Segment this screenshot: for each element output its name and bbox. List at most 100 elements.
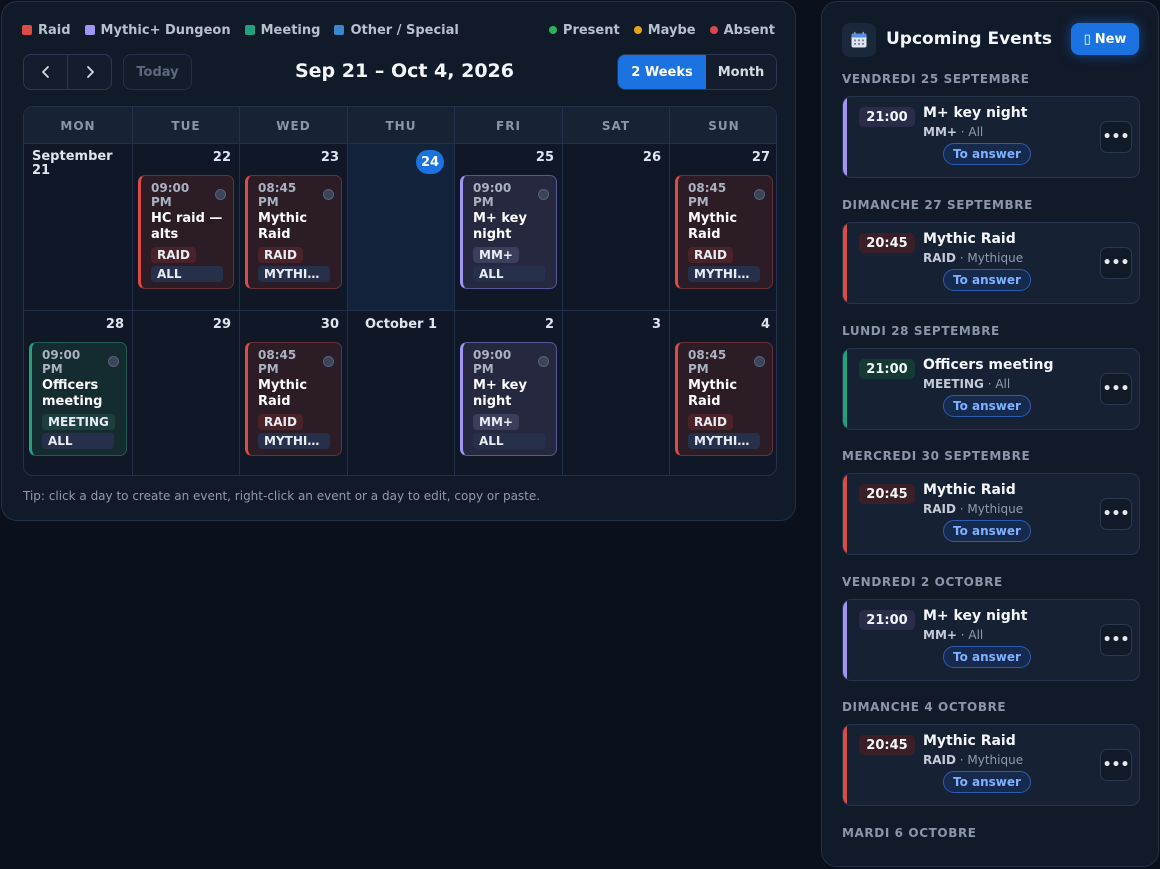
event-type: MEETING: [923, 377, 984, 391]
more-options-button[interactable]: •••: [1100, 373, 1132, 405]
date-heading: VENDREDI 25 SEPTEMBRE: [842, 72, 1030, 86]
event-time: 21:00: [859, 107, 915, 127]
weekday-sun: SUN: [669, 107, 776, 144]
event-card[interactable]: 08:45 PM Mythic Raid RAID MYTHI…: [245, 175, 342, 289]
calendar-panel: Raid Mythic+ Dungeon Meeting Other / Spe…: [1, 1, 796, 521]
event-type-tag: RAID: [258, 247, 303, 263]
upcoming-event-card[interactable]: 20:45 Mythic Raid RAID · Mythique To ans…: [842, 473, 1140, 555]
more-options-button[interactable]: •••: [1100, 247, 1132, 279]
day-cell[interactable]: 25 09:00 PM M+ key night MM+ ALL: [454, 144, 562, 310]
day-cell[interactable]: 27 08:45 PM Mythic Raid RAID MYTHIQ…: [669, 144, 776, 310]
event-time: 21:00: [859, 610, 915, 630]
rsvp-button[interactable]: To answer: [943, 269, 1031, 291]
category-bar: [843, 97, 847, 177]
status-legend: Present Maybe Absent: [548, 21, 775, 39]
day-cell[interactable]: October 1: [347, 310, 454, 475]
event-meta: RAID · Mythique: [923, 251, 1023, 265]
legend-label: Absent: [723, 22, 775, 38]
legend-absent: Absent: [709, 21, 775, 39]
upcoming-event-card[interactable]: 21:00 Officers meeting MEETING · All To …: [842, 348, 1140, 430]
legend-label: Meeting: [260, 22, 321, 38]
previous-period-button[interactable]: [24, 55, 67, 89]
present-dot: [548, 26, 557, 34]
event-card[interactable]: 09:00 PM Officers meeting MEETING ALL: [29, 342, 127, 456]
day-cell[interactable]: 26: [562, 144, 669, 310]
ellipsis-icon: •••: [1102, 506, 1130, 522]
day-cell[interactable]: 2 09:00 PM M+ key night MM+ ALL: [454, 310, 562, 475]
category-bar: [843, 725, 847, 805]
ellipsis-icon: •••: [1102, 757, 1130, 773]
rsvp-button[interactable]: To answer: [943, 646, 1031, 668]
event-meta: RAID · Mythique: [923, 753, 1023, 767]
day-cell-today[interactable]: 24: [347, 144, 454, 310]
event-card[interactable]: 09:00 PM HC raid — alts RAID ALL: [138, 175, 234, 289]
more-options-button[interactable]: •••: [1100, 498, 1132, 530]
category-legend: Raid Mythic+ Dungeon Meeting Other / Spe…: [22, 21, 459, 39]
date-heading: MERCREDI 30 SEPTEMBRE: [842, 449, 1031, 463]
day-cell[interactable]: 28 09:00 PM Officers meeting MEETING ALL: [24, 310, 132, 475]
raid-color-swatch: [22, 25, 32, 35]
event-card[interactable]: 08:45 PM Mythic Raid RAID MYTHIQ…: [675, 342, 773, 456]
rsvp-button[interactable]: To answer: [943, 143, 1031, 165]
day-cell[interactable]: September 21: [24, 144, 132, 310]
day-cell[interactable]: 29: [132, 310, 239, 475]
weekday-wed: WED: [239, 107, 347, 144]
day-number: 4: [760, 317, 770, 332]
day-cell[interactable]: 22 09:00 PM HC raid — alts RAID ALL: [132, 144, 239, 310]
event-card[interactable]: 09:00 PM M+ key night MM+ ALL: [460, 175, 557, 289]
today-button[interactable]: Today: [123, 54, 192, 90]
event-audience: · All: [956, 628, 984, 642]
legend-raid: Raid: [22, 21, 71, 39]
rsvp-status-dot: [754, 189, 765, 200]
more-options-button[interactable]: •••: [1100, 121, 1132, 153]
event-audience-tag: MYTHI…: [258, 433, 330, 449]
event-card[interactable]: 08:45 PM Mythic Raid RAID MYTHI…: [245, 342, 342, 456]
day-cell[interactable]: 3: [562, 310, 669, 475]
day-number: 27: [751, 150, 770, 165]
event-type-tag: MEETING: [42, 414, 115, 430]
two-weeks-view-button[interactable]: 2 Weeks: [618, 55, 706, 89]
event-audience: · Mythique: [955, 502, 1024, 516]
new-event-button[interactable]: ▯ New: [1071, 23, 1139, 55]
rsvp-button[interactable]: To answer: [943, 771, 1031, 793]
day-cell[interactable]: 4 08:45 PM Mythic Raid RAID MYTHIQ…: [669, 310, 776, 475]
month-view-button[interactable]: Month: [706, 55, 776, 89]
event-name: M+ key night: [473, 211, 527, 242]
upcoming-event-card[interactable]: 21:00 M+ key night MM+ · All To answer •…: [842, 599, 1140, 681]
date-heading: DIMANCHE 4 OCTOBRE: [842, 700, 1007, 714]
calendar-grid: MON TUE WED THU FRI SAT SUN September 21…: [23, 106, 777, 476]
panel-title: Upcoming Events: [886, 29, 1053, 49]
day-cell[interactable]: 30 08:45 PM Mythic Raid RAID MYTHI…: [239, 310, 347, 475]
category-bar: [843, 474, 847, 554]
date-range-title: Sep 21 – Oct 4, 2026: [294, 60, 514, 82]
day-number: October 1: [364, 317, 437, 332]
upcoming-event-card[interactable]: 21:00 M+ key night MM+ · All To answer •…: [842, 96, 1140, 178]
event-audience-tag: ALL: [473, 433, 545, 449]
rsvp-status-dot: [323, 356, 334, 367]
event-card[interactable]: 08:45 PM Mythic Raid RAID MYTHIQ…: [675, 175, 773, 289]
event-type: MM+: [923, 628, 957, 642]
upcoming-event-card[interactable]: 20:45 Mythic Raid RAID · Mythique To ans…: [842, 222, 1140, 304]
event-type: MM+: [923, 125, 957, 139]
event-audience-tag: MYTHIQ…: [688, 433, 760, 449]
day-cell[interactable]: 23 08:45 PM Mythic Raid RAID MYTHI…: [239, 144, 347, 310]
more-options-button[interactable]: •••: [1100, 624, 1132, 656]
event-meta: MEETING · All: [923, 377, 1010, 391]
next-period-button[interactable]: [67, 55, 111, 89]
event-meta: MM+ · All: [923, 628, 983, 642]
event-type-tag: MM+: [473, 247, 519, 263]
weekday-tue: TUE: [132, 107, 239, 144]
weekday-thu: THU: [347, 107, 454, 144]
legend-label: Mythic+ Dungeon: [100, 22, 231, 38]
rsvp-button[interactable]: To answer: [943, 520, 1031, 542]
event-audience-tag: MYTHI…: [258, 266, 330, 282]
event-time: 09:00 PM: [473, 181, 512, 209]
more-options-button[interactable]: •••: [1100, 749, 1132, 781]
event-card[interactable]: 09:00 PM M+ key night MM+ ALL: [460, 342, 557, 456]
day-number: 2: [544, 317, 554, 332]
new-button-label: New: [1094, 31, 1127, 47]
absent-dot: [709, 26, 718, 34]
chevron-left-icon: [41, 66, 49, 78]
rsvp-button[interactable]: To answer: [943, 395, 1031, 417]
upcoming-event-card[interactable]: 20:45 Mythic Raid RAID · Mythique To ans…: [842, 724, 1140, 806]
